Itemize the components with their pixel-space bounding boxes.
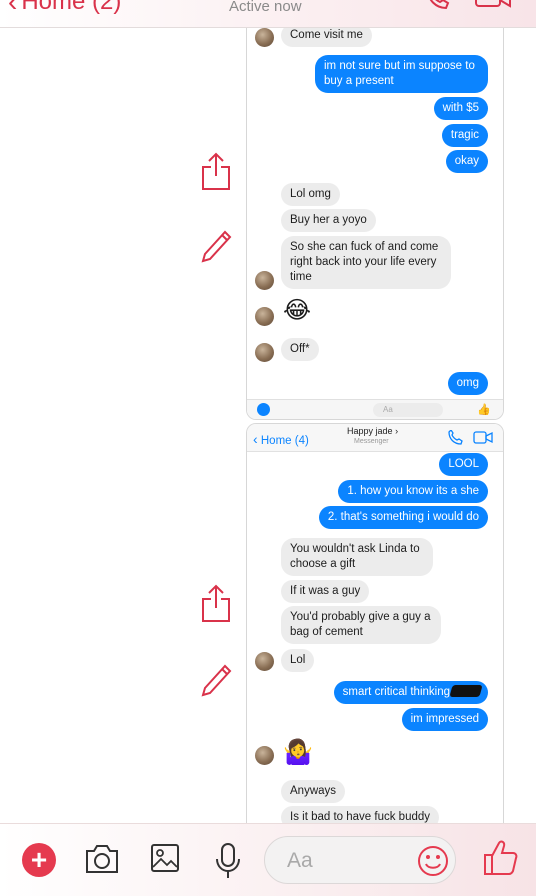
emoji-message: 😂 <box>283 297 312 324</box>
share-icon[interactable] <box>200 152 232 192</box>
redaction-mark <box>449 685 483 697</box>
message-outgoing: tragic <box>441 124 488 147</box>
message-outgoing: omg <box>447 372 488 395</box>
message-input[interactable]: Aa <box>264 836 456 884</box>
message-incoming: Lol omg <box>281 183 340 206</box>
message-outgoing: LOOL <box>439 453 488 476</box>
phone-icon[interactable] <box>424 0 452 10</box>
avatar <box>255 746 274 765</box>
back-label: Home (4) <box>260 435 309 447</box>
chevron-left-icon: ‹ <box>8 0 18 17</box>
conversation-header: ‹ Home (4) Happy jade › Messenger <box>247 424 503 452</box>
thumbs-up-icon[interactable] <box>482 838 518 878</box>
conversation-header: ‹ Home (2) Active now <box>0 0 536 28</box>
active-status: Active now <box>229 0 302 15</box>
avatar <box>255 307 274 326</box>
message-incoming: You wouldn't ask Linda to choose a gift <box>281 538 433 576</box>
message-outgoing: with $5 <box>433 97 488 120</box>
avatar <box>255 28 274 47</box>
message-incoming: Buy her a yoyo <box>281 209 376 232</box>
message-incoming: Off* <box>281 338 319 361</box>
message-outgoing: okay <box>445 150 488 173</box>
microphone-icon[interactable] <box>214 842 242 880</box>
chevron-left-icon: ‹ <box>253 431 258 447</box>
back-button[interactable]: ‹ Home (4) <box>253 431 309 447</box>
pencil-icon[interactable] <box>200 224 232 264</box>
message-outgoing: 2. that's something i would do <box>318 506 488 529</box>
image-icon[interactable] <box>150 842 180 874</box>
plus-icon <box>257 403 270 416</box>
message-incoming: You'd probably give a guy a bag of cemen… <box>281 606 441 644</box>
contact-subtitle: Messenger <box>354 438 389 445</box>
emoji-icon[interactable] <box>416 844 450 878</box>
video-camera-icon[interactable] <box>474 0 514 10</box>
message-incoming: Lol <box>281 649 315 672</box>
message-input-placeholder: Aa <box>287 849 313 872</box>
message-outgoing: im impressed <box>401 708 488 731</box>
phone-icon[interactable] <box>447 430 463 446</box>
video-camera-icon[interactable] <box>473 430 493 446</box>
thumbs-up-icon: 👍 <box>477 404 491 416</box>
plus-icon[interactable]: + <box>22 843 56 877</box>
message-incoming: So she can fuck of and come right back i… <box>281 236 451 289</box>
mini-input: Aa <box>373 403 443 417</box>
message-outgoing: im not sure but im suppose to buy a pres… <box>315 55 488 93</box>
conversation-screenshot-bottom: ‹ Home (4) Happy jade › Messenger LOOL 1… <box>246 423 504 823</box>
conversation-screenshot-top: Come visit me im not sure but im suppose… <box>246 28 504 420</box>
avatar <box>255 652 274 671</box>
message-outgoing: 1. how you know its a she <box>338 480 488 503</box>
back-button[interactable]: ‹ Home (2) <box>8 0 121 16</box>
share-icon[interactable] <box>200 584 232 624</box>
avatar <box>255 271 274 290</box>
message-incoming: If it was a guy <box>281 580 370 603</box>
pencil-icon[interactable] <box>200 658 232 698</box>
mini-composer: Aa 👍 <box>247 399 503 419</box>
emoji-message: 🤷‍♀️ <box>283 739 313 766</box>
contact-name[interactable]: Happy jade › <box>347 426 398 436</box>
avatar <box>255 343 274 362</box>
camera-icon[interactable] <box>84 842 120 876</box>
chevron-right-icon: › <box>395 426 399 436</box>
back-label: Home (2) <box>21 0 122 15</box>
message-incoming: Is it bad to have fuck buddy <box>281 806 440 823</box>
message-composer: + Aa <box>0 823 536 896</box>
message-incoming: Anyways <box>281 780 346 803</box>
message-incoming: Come visit me <box>281 28 372 47</box>
